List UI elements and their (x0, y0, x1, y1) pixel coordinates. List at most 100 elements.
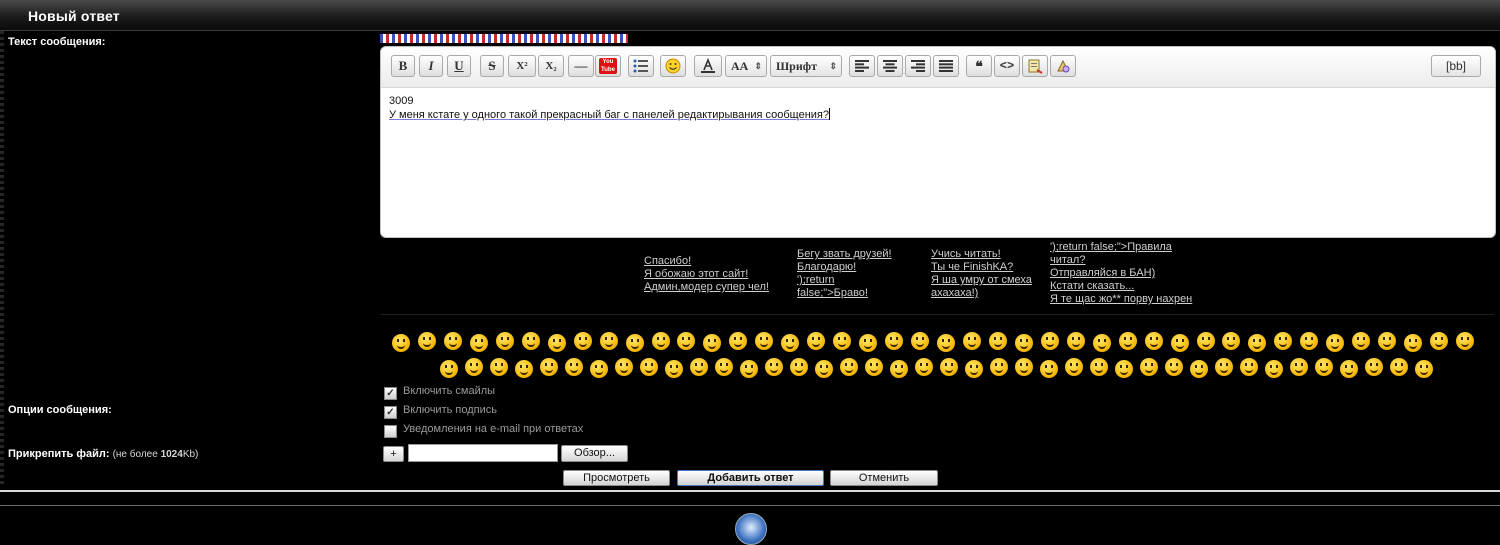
superscript-button[interactable]: X² (508, 55, 536, 77)
smiley-icon[interactable] (1415, 360, 1433, 378)
subscript-button[interactable]: X₂ (538, 55, 564, 77)
smiley-icon[interactable] (392, 334, 410, 352)
smiley-icon[interactable] (1067, 332, 1085, 350)
smiley-icon[interactable] (470, 334, 488, 352)
quick-phrase-link[interactable]: Я ша умру от смеха (931, 274, 1032, 287)
smiley-icon[interactable] (1215, 358, 1233, 376)
smiley-icon[interactable] (1390, 358, 1408, 376)
smiley-icon[interactable] (965, 360, 983, 378)
smiley-icon[interactable] (1190, 360, 1208, 378)
smiley-icon[interactable] (465, 358, 483, 376)
smiley-icon[interactable] (1378, 332, 1396, 350)
smiley-icon[interactable] (915, 358, 933, 376)
quick-phrase-link[interactable]: Я те щас жо** порву нахрен (1050, 293, 1192, 306)
smiley-icon[interactable] (590, 360, 608, 378)
browse-button[interactable]: Обзор... (561, 445, 628, 462)
preview-button[interactable]: Просмотреть (563, 470, 670, 486)
smiley-icon[interactable] (1115, 360, 1133, 378)
quick-phrase-link[interactable]: Учись читать! (931, 248, 1032, 261)
smiley-icon[interactable] (963, 332, 981, 350)
quick-phrase-link[interactable]: Благодарю! (797, 261, 892, 274)
smiley-icon[interactable] (652, 332, 670, 350)
smiley-button[interactable] (660, 55, 686, 77)
smiley-icon[interactable] (574, 332, 592, 350)
smiley-icon[interactable] (615, 358, 633, 376)
smiley-icon[interactable] (1274, 332, 1292, 350)
smiley-icon[interactable] (790, 358, 808, 376)
add-file-button[interactable]: + (383, 446, 404, 462)
smiley-icon[interactable] (1040, 360, 1058, 378)
font-family-select[interactable]: Шрифт ⇕ (770, 55, 842, 77)
smiley-icon[interactable] (1065, 358, 1083, 376)
smiley-icon[interactable] (444, 332, 462, 350)
smiley-icon[interactable] (1248, 334, 1266, 352)
smiley-icon[interactable] (418, 332, 436, 350)
smiley-icon[interactable] (1165, 358, 1183, 376)
smiley-icon[interactable] (833, 332, 851, 350)
quick-phrase-link[interactable]: читал? (1050, 254, 1192, 267)
spoiler-button[interactable] (1022, 55, 1048, 77)
smiley-icon[interactable] (765, 358, 783, 376)
option-enable-smileys[interactable]: ✓ Включить смайлы (384, 385, 495, 400)
smiley-icon[interactable] (911, 332, 929, 350)
smiley-icon[interactable] (781, 334, 799, 352)
smiley-icon[interactable] (703, 334, 721, 352)
smiley-icon[interactable] (1015, 334, 1033, 352)
list-button[interactable] (628, 55, 654, 77)
smiley-icon[interactable] (1240, 358, 1258, 376)
align-justify-button[interactable] (933, 55, 959, 77)
smiley-icon[interactable] (690, 358, 708, 376)
quick-phrase-link[interactable]: Ты че FinishKA? (931, 261, 1032, 274)
smiley-icon[interactable] (515, 360, 533, 378)
submit-reply-button[interactable]: Добавить ответ (677, 470, 824, 486)
quote-button[interactable]: ❝ (966, 55, 992, 77)
smiley-icon[interactable] (740, 360, 758, 378)
quick-phrase-link[interactable]: Бегу звать друзей! (797, 248, 892, 261)
smiley-icon[interactable] (1326, 334, 1344, 352)
quick-phrase-link[interactable]: Отправляйся в БАН) (1050, 267, 1192, 280)
underline-button[interactable]: U (447, 55, 471, 77)
smiley-icon[interactable] (1352, 332, 1370, 350)
smiley-icon[interactable] (1093, 334, 1111, 352)
smiley-icon[interactable] (885, 332, 903, 350)
smiley-icon[interactable] (815, 360, 833, 378)
smiley-icon[interactable] (548, 334, 566, 352)
smiley-icon[interactable] (1315, 358, 1333, 376)
smiley-icon[interactable] (755, 332, 773, 350)
smiley-icon[interactable] (626, 334, 644, 352)
quick-phrase-link[interactable]: Спасибо! (644, 255, 769, 268)
smiley-icon[interactable] (600, 332, 618, 350)
smiley-icon[interactable] (729, 332, 747, 350)
smiley-icon[interactable] (1404, 334, 1422, 352)
smiley-icon[interactable] (715, 358, 733, 376)
smiley-icon[interactable] (1041, 332, 1059, 350)
option-email-notify[interactable]: ✓ Уведомления на e-mail при ответах (384, 423, 583, 438)
smiley-icon[interactable] (540, 358, 558, 376)
quick-phrase-link[interactable]: Я обожаю этот сайт! (644, 268, 769, 281)
horizontal-rule-button[interactable]: — (568, 55, 594, 77)
smiley-icon[interactable] (1265, 360, 1283, 378)
align-right-button[interactable] (905, 55, 931, 77)
quick-phrase-link[interactable]: ахахаха!) (931, 287, 1032, 300)
smiley-icon[interactable] (1145, 332, 1163, 350)
smiley-icon[interactable] (937, 334, 955, 352)
hide-button[interactable] (1050, 55, 1076, 77)
smiley-icon[interactable] (1290, 358, 1308, 376)
code-button[interactable]: <> (994, 55, 1020, 77)
smiley-icon[interactable] (859, 334, 877, 352)
smiley-icon[interactable] (1430, 332, 1448, 350)
quick-phrase-link[interactable]: ');return false;">Правила (1050, 241, 1192, 254)
quick-phrase-link[interactable]: Кстати сказать... (1050, 280, 1192, 293)
smiley-icon[interactable] (677, 332, 695, 350)
email-notify-checkbox[interactable]: ✓ (384, 425, 397, 438)
smiley-icon[interactable] (1340, 360, 1358, 378)
quick-phrase-link[interactable]: false;">Браво! (797, 287, 892, 300)
smiley-icon[interactable] (1197, 332, 1215, 350)
smiley-icon[interactable] (1365, 358, 1383, 376)
smiley-icon[interactable] (940, 358, 958, 376)
bold-button[interactable]: B (391, 55, 415, 77)
align-center-button[interactable] (877, 55, 903, 77)
quick-phrase-link[interactable]: Админ,модер супер чел! (644, 281, 769, 294)
smiley-icon[interactable] (1090, 358, 1108, 376)
file-path-input[interactable] (408, 444, 558, 462)
